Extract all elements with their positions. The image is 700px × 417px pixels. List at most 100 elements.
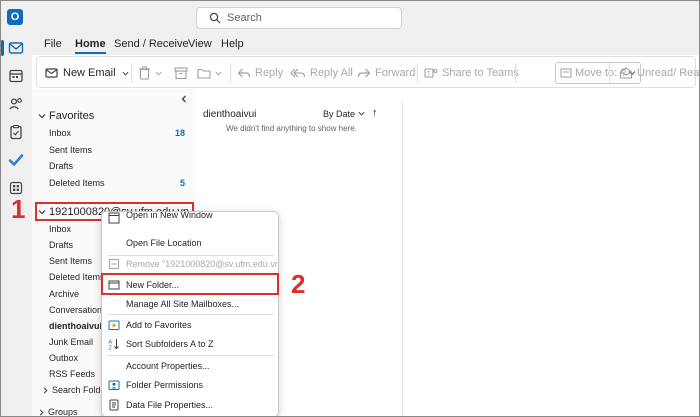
favorites-label: Favorites	[49, 110, 95, 122]
account-folder-archive[interactable]: Archive	[49, 289, 79, 299]
sort-by-dropdown[interactable]: By Date	[323, 109, 365, 119]
chevron-down-icon	[122, 71, 129, 76]
outlook-window: O File Home Send / Receive View He	[0, 0, 700, 417]
manage-mailboxes-label: Manage All Site Mailboxes...	[126, 299, 240, 309]
teams-icon: T	[424, 68, 438, 78]
calendar-app-button[interactable]	[7, 67, 25, 85]
new-email-label: New Email	[63, 67, 116, 79]
tab-help[interactable]: Help	[221, 38, 244, 50]
account-folder-deleted-items[interactable]: Deleted Items	[49, 272, 105, 282]
menu-item-open-new-window[interactable]: Open in New Window	[102, 212, 278, 232]
share-to-teams-label: Share to Teams	[442, 67, 519, 79]
step-2-label: 2	[291, 269, 306, 299]
share-to-teams-button[interactable]: T Share to Teams	[424, 63, 519, 83]
menu-item-remove-account[interactable]: Remove "1921000820@sv.ufm.edu.vn"	[102, 254, 278, 274]
svg-text:T: T	[427, 72, 431, 78]
people-app-button[interactable]	[7, 95, 25, 113]
reply-all-label: Reply All	[310, 67, 353, 79]
reply-all-button[interactable]: Reply All	[290, 63, 353, 83]
tab-file[interactable]: File	[44, 38, 62, 50]
star-folder-icon	[108, 320, 120, 330]
account-folder-inbox[interactable]: Inbox	[49, 224, 71, 234]
clipboard-icon	[10, 124, 22, 140]
folder-context-menu: Open in New Window Open File Location Re…	[101, 211, 279, 416]
ribbon-separator	[515, 63, 516, 83]
account-folder-sent-items[interactable]: Sent Items	[49, 256, 92, 266]
account-folder-rss-feeds[interactable]: RSS Feeds	[49, 369, 95, 379]
favorites-header[interactable]: Favorites	[38, 110, 94, 122]
chevron-down-icon	[155, 71, 162, 76]
menu-item-manage-mailboxes[interactable]: Manage All Site Mailboxes...	[102, 294, 278, 314]
calendar-icon	[9, 69, 23, 83]
tasks-app-button[interactable]	[7, 123, 25, 141]
tab-home[interactable]: Home	[75, 38, 106, 54]
sort-direction-button[interactable]: ↑	[372, 107, 378, 119]
mail-app-button[interactable]	[1, 39, 25, 57]
menu-item-data-file-properties[interactable]: Data File Properties...	[102, 395, 278, 415]
account-folder-junk-email[interactable]: Junk Email	[49, 337, 93, 347]
menu-item-account-properties[interactable]: Account Properties...	[102, 356, 278, 376]
collapse-pane-icon[interactable]	[180, 95, 188, 103]
ribbon-toolbar: New Email Reply Reply All Forward T Shar…	[36, 56, 699, 88]
reply-icon	[237, 68, 251, 78]
folder-permissions-label: Folder Permissions	[126, 380, 204, 390]
reading-pane	[403, 101, 699, 416]
reply-button[interactable]: Reply	[237, 63, 283, 83]
forward-button[interactable]: Forward	[357, 63, 415, 83]
step-1-label: 1	[11, 194, 26, 224]
delete-button[interactable]	[138, 63, 166, 83]
tab-send-receive[interactable]: Send / Receive	[114, 38, 189, 50]
title-bar: O	[1, 1, 699, 33]
move-tag-button[interactable]	[197, 63, 226, 83]
chevron-right-icon	[39, 409, 44, 415]
ribbon-separator	[230, 63, 231, 83]
favorite-inbox[interactable]: Inbox	[49, 128, 71, 138]
envelope-open-icon	[619, 67, 633, 79]
new-email-button[interactable]: New Email	[45, 63, 133, 83]
outlook-logo-icon: O	[7, 9, 23, 25]
mail-icon	[8, 42, 24, 54]
chevron-down-icon	[215, 71, 222, 76]
menu-item-add-to-favorites[interactable]: Add to Favorites	[102, 315, 278, 335]
ribbon-separator	[609, 63, 610, 83]
account-properties-label: Account Properties...	[126, 361, 210, 371]
favorite-deleted-items[interactable]: Deleted Items	[49, 178, 105, 188]
sort-by-label: By Date	[323, 109, 356, 119]
new-window-icon	[108, 212, 120, 224]
folder-permissions-icon	[108, 380, 120, 390]
remove-icon	[109, 259, 119, 269]
trash-icon	[139, 66, 150, 80]
add-to-favorites-label: Add to Favorites	[126, 320, 192, 330]
new-email-icon	[45, 68, 58, 78]
deleted-items-count: 5	[180, 178, 186, 188]
tab-view[interactable]: View	[188, 38, 212, 50]
search-box[interactable]	[196, 7, 402, 29]
inbox-unread-count: 18	[175, 128, 186, 138]
checkmark-icon	[8, 154, 24, 166]
empty-state-message: We didn't find anything to show here.	[226, 124, 357, 133]
search-input[interactable]	[227, 10, 387, 26]
new-folder-highlight-box	[101, 273, 279, 295]
menu-item-folder-permissions[interactable]: Folder Permissions	[102, 375, 278, 395]
menu-item-sort-subfolders[interactable]: AZ Sort Subfolders A to Z	[102, 334, 278, 354]
account-folder-drafts[interactable]: Drafts	[49, 240, 73, 250]
groups-header[interactable]: Groups	[38, 407, 78, 417]
favorite-sent-items[interactable]: Sent Items	[49, 145, 92, 155]
ribbon-separator	[131, 63, 132, 83]
unread-read-button[interactable]: Unread/ Read	[619, 63, 699, 83]
message-list-title: dienthoaivui	[203, 109, 257, 120]
menu-bar: File Home Send / Receive View Help	[32, 33, 699, 55]
chevron-right-icon	[43, 387, 48, 393]
forward-label: Forward	[375, 67, 416, 79]
archive-button[interactable]	[174, 63, 192, 83]
data-file-properties-label: Data File Properties...	[126, 400, 214, 410]
menu-item-open-file-location[interactable]: Open File Location	[102, 233, 278, 253]
account-folder-outbox[interactable]: Outbox	[49, 353, 78, 363]
account-folder-dienthoaivui[interactable]: dienthoaivui	[49, 321, 102, 331]
todo-app-button[interactable]	[7, 151, 25, 169]
forward-icon	[357, 68, 371, 78]
chevron-down-icon	[38, 114, 46, 119]
favorite-drafts[interactable]: Drafts	[49, 161, 73, 171]
reply-all-icon	[290, 68, 306, 78]
groups-label: Groups	[48, 407, 78, 417]
